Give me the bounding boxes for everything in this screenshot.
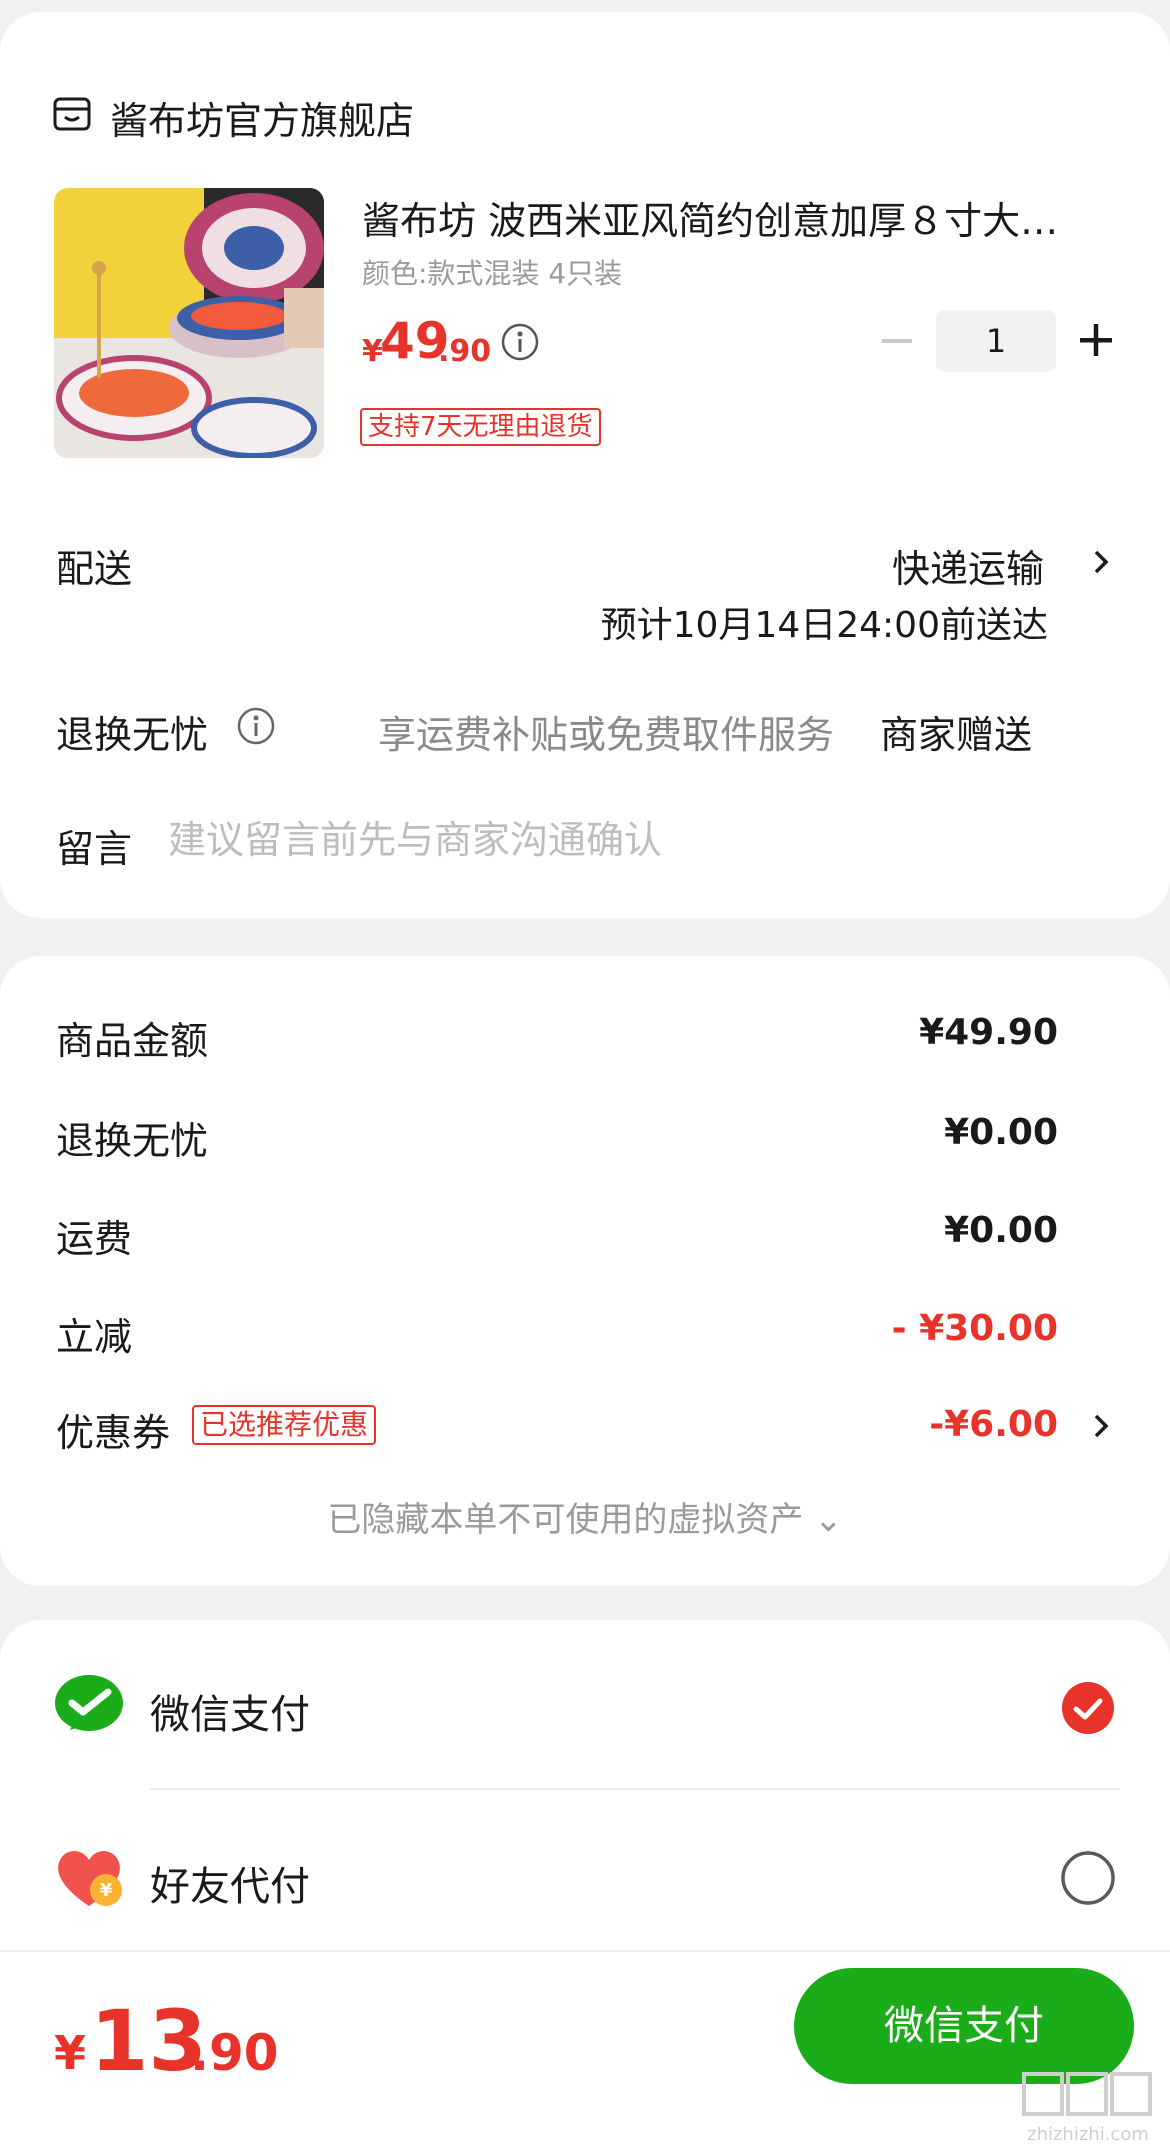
note-label: 留言: [56, 827, 133, 871]
shipping-value: ¥0.00: [944, 1210, 1058, 1251]
return-fee-value: ¥0.00: [944, 1112, 1058, 1153]
shipping-label: 运费: [56, 1217, 133, 1261]
instant-discount-value: - ¥30.00: [891, 1308, 1058, 1349]
friend-pay-heart-icon: ¥: [52, 1840, 126, 1914]
order-item-card: 酱布坊官方旗舰店 酱布坊 波西米亚风简约创意加厚８寸大… 颜色:款式混装 4只装…: [0, 12, 1170, 918]
checkout-footer: ¥ 13 .90 微信支付 zhizhizhi.com: [0, 1950, 1170, 2156]
friend-pay-label[interactable]: 好友代付: [150, 1854, 310, 1912]
chevron-right-icon[interactable]: [1090, 542, 1114, 582]
delivery-method[interactable]: 快递运输: [892, 538, 1044, 593]
chevron-right-icon[interactable]: [1090, 1406, 1114, 1446]
total-decimal: .90: [190, 2024, 279, 2082]
hidden-assets-toggle[interactable]: 已隐藏本单不可使用的虚拟资产 ⌄: [0, 1492, 1170, 1541]
product-image[interactable]: [54, 188, 324, 458]
delivery-eta: 预计10月14日24:00前送达: [600, 605, 1048, 646]
coupon-recommended-badge: 已选推荐优惠: [192, 1405, 377, 1445]
note-input[interactable]: [168, 810, 1068, 870]
payment-divider: [150, 1788, 1120, 1790]
price-decimal: .90: [438, 334, 492, 369]
watermark-logo: zhizhizhi.com: [1018, 2070, 1158, 2150]
quantity-increase-button[interactable]: [1078, 322, 1114, 358]
return-exchange-value: 商家赠送: [880, 713, 1033, 757]
coupon-label: 优惠券: [56, 1411, 171, 1455]
wechat-pay-button[interactable]: 微信支付: [794, 1968, 1134, 2084]
price-summary-card: 商品金额 ¥49.90 退换无忧 ¥0.00 运费 ¥0.00 立减 - ¥30…: [0, 956, 1170, 1586]
return-exchange-info-icon[interactable]: [236, 706, 276, 746]
return-exchange-desc: 享运费补贴或免费取件服务: [378, 713, 835, 757]
product-spec[interactable]: 颜色:款式混装 4只装: [362, 252, 622, 292]
return-fee-label: 退换无忧: [56, 1119, 209, 1163]
wechat-pay-icon: [52, 1670, 126, 1744]
radio-unselected-icon[interactable]: [1060, 1850, 1116, 1906]
return-exchange-label: 退换无忧: [56, 713, 209, 757]
total-currency: ¥: [54, 2026, 87, 2080]
store-name[interactable]: 酱布坊官方旗舰店: [110, 90, 414, 145]
quantity-decrease-button[interactable]: [878, 312, 916, 370]
checkmark-selected-icon[interactable]: [1060, 1680, 1116, 1736]
goods-amount-label: 商品金额: [56, 1019, 209, 1063]
store-icon: [52, 94, 92, 134]
instant-discount-label: 立减: [56, 1315, 133, 1359]
seven-day-return-badge: 支持7天无理由退货: [360, 408, 601, 446]
wechat-pay-label[interactable]: 微信支付: [150, 1682, 310, 1740]
svg-text:zhizhizhi.com: zhizhizhi.com: [1027, 2124, 1149, 2145]
svg-text:¥: ¥: [100, 1880, 113, 1901]
coupon-value[interactable]: -¥6.00: [929, 1404, 1058, 1445]
price-info-icon[interactable]: [500, 322, 540, 362]
goods-amount-value: ¥49.90: [919, 1012, 1058, 1053]
quantity-value[interactable]: 1: [936, 310, 1056, 372]
delivery-label: 配送: [56, 547, 133, 591]
product-title[interactable]: 酱布坊 波西米亚风简约创意加厚８寸大…: [362, 190, 1092, 245]
